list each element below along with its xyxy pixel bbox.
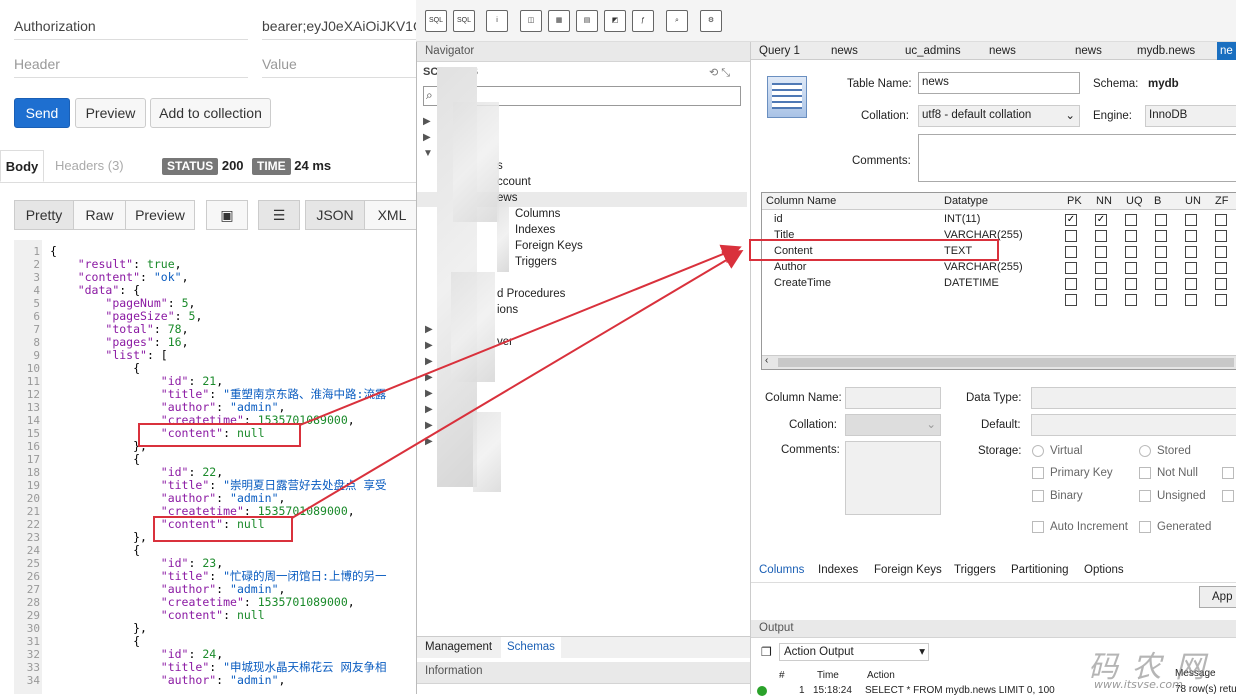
annotation-arrows xyxy=(291,244,744,519)
watermark-url: www.itsvse.com xyxy=(1094,678,1183,691)
arrow-1 xyxy=(299,244,742,426)
arrow-2 xyxy=(291,249,744,519)
